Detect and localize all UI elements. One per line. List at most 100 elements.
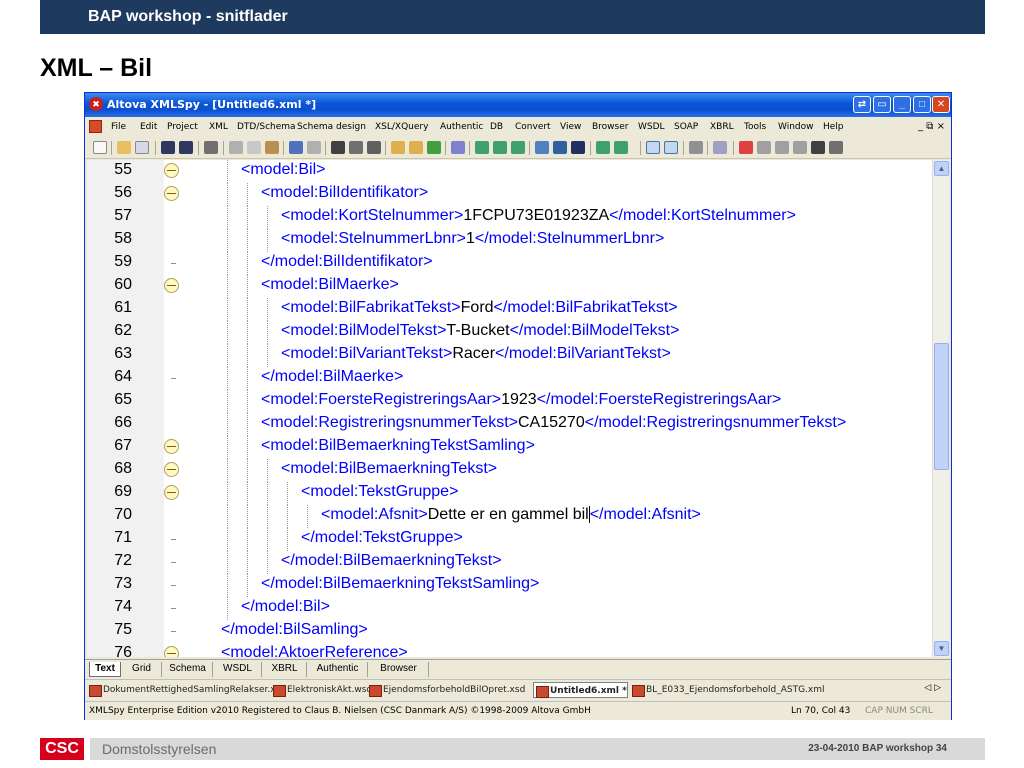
menu-project[interactable]: Project [167, 122, 198, 132]
code-line[interactable]: 70 <model:Afsnit>Dette er en gammel bil</… [87, 505, 932, 528]
redo-icon[interactable] [307, 141, 321, 154]
soap-send-icon[interactable] [614, 141, 628, 154]
options-icon[interactable] [829, 141, 843, 154]
soap-request-icon[interactable] [596, 141, 610, 154]
code-line[interactable]: 69 <model:TekstGruppe> [87, 482, 932, 505]
code-line[interactable]: 73 </model:BilBemaerkningTekstSamling> [87, 574, 932, 597]
fold-toggle-icon[interactable] [164, 439, 179, 454]
text-editor[interactable]: 55 <model:Bil> 56 <model:BilIdentifikator> 5… [87, 160, 932, 657]
document-icon[interactable] [89, 120, 102, 133]
xquery-execute-icon[interactable] [511, 141, 525, 154]
code-line[interactable]: 56 <model:BilIdentifikator> [87, 183, 932, 206]
doc-tab-active[interactable]: Untitled6.xml * [533, 682, 628, 698]
code-line[interactable]: 59 </model:BilIdentifikator> [87, 252, 932, 275]
step-over-icon[interactable] [775, 141, 789, 154]
title-bar[interactable]: ✖ Altova XMLSpy - [Untitled6.xml *] ⇄ ▭ … [85, 93, 951, 117]
code-line[interactable]: 75 </model:BilSamling> [87, 620, 932, 643]
menu-edit[interactable]: Edit [140, 122, 157, 132]
menu-window[interactable]: Window [778, 122, 814, 132]
doc-tab-nav-arrows[interactable]: ◁ ▷ [924, 683, 941, 693]
scroll-thumb[interactable] [934, 343, 949, 470]
fold-toggle-icon[interactable] [164, 278, 179, 293]
code-line[interactable]: 76 <model:AktoerReference> [87, 643, 932, 657]
pretty-print-icon[interactable] [713, 141, 727, 154]
code-line[interactable]: 63 <model:BilVariantTekst>Racer</model:Bi… [87, 344, 932, 367]
doc-tab[interactable]: ElektroniskAkt.wsdl [271, 682, 375, 698]
spellcheck-icon[interactable] [451, 141, 465, 154]
next-bookmark-icon[interactable] [409, 141, 423, 154]
code-line[interactable]: 64 </model:BilMaerke> [87, 367, 932, 390]
xsl-transform-icon[interactable] [475, 141, 489, 154]
fold-toggle-icon[interactable] [164, 646, 179, 657]
db-icon[interactable] [571, 141, 585, 154]
vertical-scrollbar[interactable]: ▲ ▼ [932, 160, 949, 657]
code-line[interactable]: 66 <model:RegistreringsnummerTekst>CA1527… [87, 413, 932, 436]
maximize-button[interactable]: □ [913, 96, 931, 113]
menu-db[interactable]: DB [490, 122, 503, 132]
code-line[interactable]: 58 <model:StelnummerLbnr>1</model:Stelnum… [87, 229, 932, 252]
code-line[interactable]: 60 <model:BilMaerke> [87, 275, 932, 298]
menu-file[interactable]: File [111, 122, 126, 132]
doc-tab[interactable]: EjendomsforbeholdBilOpret.xsd [367, 682, 525, 698]
menu-authentic[interactable]: Authentic [440, 122, 483, 132]
code-line[interactable]: 65 <model:FoersteRegistreringsAar>1923</m… [87, 390, 932, 413]
menu-schema-design[interactable]: Schema design [297, 122, 366, 132]
find-next-icon[interactable] [349, 141, 363, 154]
mdi-controls[interactable]: _ ⧉ × [918, 121, 945, 132]
doc-tab[interactable]: BL_E033_Ejendomsforbehold_ASTG.xml [630, 682, 825, 698]
restore-view-icon[interactable]: ▭ [873, 96, 891, 113]
fold-toggle-icon[interactable] [164, 163, 179, 178]
doc-tab[interactable]: DokumentRettighedSamlingRelakser.xsd [87, 682, 286, 698]
menu-view[interactable]: View [560, 122, 581, 132]
minimize-button[interactable]: _ [893, 96, 911, 113]
code-line[interactable]: 61 <model:BilFabrikatTekst>Ford</model:Bi… [87, 298, 932, 321]
code-line[interactable]: 72 </model:BilBemaerkningTekst> [87, 551, 932, 574]
code-line[interactable]: 68 <model:BilBemaerkningTekst> [87, 459, 932, 482]
tab-xbrl[interactable]: XBRL [263, 662, 307, 677]
new-file-icon[interactable] [93, 141, 107, 154]
schema-view-icon[interactable] [664, 141, 678, 154]
code-line[interactable]: 74 </model:Bil> [87, 597, 932, 620]
menu-convert[interactable]: Convert [515, 122, 551, 132]
tools-icon[interactable] [811, 141, 825, 154]
menu-tools[interactable]: Tools [744, 122, 766, 132]
tab-authentic[interactable]: Authentic [308, 662, 368, 677]
replace-icon[interactable] [367, 141, 381, 154]
paste-icon[interactable] [265, 141, 279, 154]
save-icon[interactable] [161, 141, 175, 154]
flag-icon[interactable] [739, 141, 753, 154]
close-button[interactable]: ✕ [932, 96, 950, 113]
reload-icon[interactable] [135, 141, 149, 154]
step-into-icon[interactable] [757, 141, 771, 154]
find-icon[interactable] [331, 141, 345, 154]
code-line[interactable]: 71 </model:TekstGruppe> [87, 528, 932, 551]
fold-toggle-icon[interactable] [164, 485, 179, 500]
validate-icon[interactable] [427, 141, 441, 154]
tab-wsdl[interactable]: WSDL [214, 662, 262, 677]
menu-xml[interactable]: XML [209, 122, 228, 132]
text-view-icon[interactable] [646, 141, 660, 154]
undo-icon[interactable] [289, 141, 303, 154]
table-view-icon[interactable] [553, 141, 567, 154]
menu-dtd-schema[interactable]: DTD/Schema [237, 122, 296, 132]
open-folder-icon[interactable] [117, 141, 131, 154]
print-icon[interactable] [204, 141, 218, 154]
xsl-fo-transform-icon[interactable] [493, 141, 507, 154]
tab-text[interactable]: Text [89, 662, 121, 677]
scroll-up-arrow-icon[interactable]: ▲ [934, 161, 949, 176]
code-line[interactable]: 67 <model:BilBemaerkningTekstSamling> [87, 436, 932, 459]
grid-view-icon[interactable] [535, 141, 549, 154]
scroll-down-arrow-icon[interactable]: ▼ [934, 641, 949, 656]
fold-toggle-icon[interactable] [164, 186, 179, 201]
bookmark-icon[interactable] [391, 141, 405, 154]
menu-xsl-xquery[interactable]: XSL/XQuery [375, 122, 428, 132]
menu-browser[interactable]: Browser [592, 122, 628, 132]
cut-icon[interactable] [229, 141, 243, 154]
fold-toggle-icon[interactable] [164, 462, 179, 477]
copy-icon[interactable] [247, 141, 261, 154]
menu-wsdl[interactable]: WSDL [638, 122, 665, 132]
save-all-icon[interactable] [179, 141, 193, 154]
tab-schema[interactable]: Schema [163, 662, 213, 677]
code-line[interactable]: 62 <model:BilModelTekst>T-Bucket</model:B… [87, 321, 932, 344]
indent-icon[interactable] [689, 141, 703, 154]
